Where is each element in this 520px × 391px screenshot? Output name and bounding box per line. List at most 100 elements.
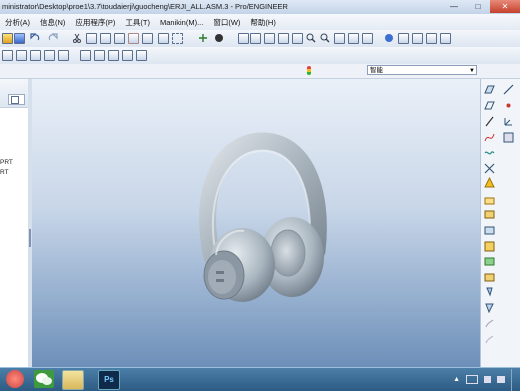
find-icon[interactable] <box>158 33 169 44</box>
datum-point-icon[interactable] <box>503 100 514 111</box>
trim-icon[interactable] <box>484 318 495 329</box>
regenerate-icon[interactable] <box>128 33 139 44</box>
photoshop-label: Ps <box>104 375 114 384</box>
datum-axis-icon[interactable] <box>503 84 514 95</box>
merge-icon[interactable] <box>484 302 495 313</box>
menu-window[interactable]: 窗口(W) <box>208 17 245 28</box>
shell-icon[interactable] <box>484 225 495 236</box>
undo-icon[interactable] <box>30 33 40 43</box>
keyboard-icon[interactable] <box>466 375 478 384</box>
file-explorer-icon[interactable] <box>62 370 84 390</box>
named-views-icon[interactable] <box>292 33 303 44</box>
saved-views-icon[interactable] <box>278 33 289 44</box>
pattern-icon[interactable] <box>484 272 495 283</box>
orient-icon[interactable] <box>198 33 208 43</box>
zoom-out-icon[interactable] <box>320 33 330 43</box>
menu-applications[interactable]: 应用程序(P) <box>70 17 120 28</box>
wireframe-icon[interactable] <box>398 33 409 44</box>
assemble-icon[interactable] <box>80 50 91 61</box>
repaint-icon[interactable] <box>348 33 359 44</box>
paste-icon[interactable] <box>100 33 111 44</box>
minimize-icon: — <box>450 2 458 11</box>
wechat-icon[interactable] <box>34 370 54 388</box>
model-tree-panel: PRT RT <box>0 79 29 367</box>
menu-tools[interactable]: 工具(T) <box>120 17 155 28</box>
selection-box-icon[interactable] <box>172 33 183 44</box>
coordinate-system-icon[interactable] <box>44 50 55 61</box>
zoom-in-icon[interactable] <box>306 33 316 43</box>
spin-center-icon[interactable] <box>238 33 249 44</box>
refit-icon[interactable] <box>334 33 345 44</box>
paste-special-icon[interactable] <box>114 33 125 44</box>
extrude-icon[interactable] <box>484 148 495 159</box>
graphics-viewport[interactable] <box>32 79 480 367</box>
menu-info[interactable]: 信息(N) <box>35 17 70 28</box>
collapse-handle-icon <box>29 229 31 247</box>
curve-icon[interactable] <box>484 132 495 143</box>
sketch-plane-icon[interactable] <box>484 100 495 111</box>
round-icon[interactable] <box>484 209 495 220</box>
close-icon: ✕ <box>501 2 509 11</box>
system-tray: ▲ <box>453 368 520 391</box>
maximize-button[interactable]: □ <box>466 0 490 13</box>
tree-settings-button[interactable] <box>8 94 25 105</box>
tree-item-prt[interactable]: PRT <box>0 159 13 166</box>
menu-analysis[interactable]: 分析(A) <box>0 17 35 28</box>
draft-icon[interactable] <box>484 256 495 267</box>
menu-manikin[interactable]: Manikin(M)... <box>155 18 208 27</box>
status-light-icon <box>307 66 311 75</box>
extend-icon[interactable] <box>484 334 495 345</box>
selection-filter-select[interactable]: 智能 ▼ <box>367 65 477 75</box>
coordinate-system-icon[interactable] <box>503 116 514 127</box>
feature-toolbar <box>480 79 520 367</box>
layers-icon[interactable] <box>362 33 373 44</box>
network-icon[interactable] <box>497 376 505 383</box>
datum-point-icon[interactable] <box>30 50 41 61</box>
datum-plane-icon[interactable] <box>2 50 13 61</box>
redo-icon[interactable] <box>48 33 58 43</box>
sketch-line-icon[interactable] <box>484 116 495 127</box>
sketch-view-icon[interactable] <box>250 33 261 44</box>
hidden-line-icon[interactable] <box>412 33 423 44</box>
explode-view-icon[interactable] <box>108 50 119 61</box>
open-file-icon[interactable] <box>2 33 13 44</box>
revolve-icon[interactable] <box>484 163 495 174</box>
analysis-icon[interactable] <box>503 132 514 143</box>
annotation-icon[interactable] <box>58 50 69 61</box>
datum-axis-icon[interactable] <box>16 50 27 61</box>
datum-plane-icon[interactable] <box>484 84 495 95</box>
minimize-button[interactable]: — <box>442 0 466 13</box>
pattern-icon[interactable] <box>122 50 133 61</box>
menu-bar: 分析(A) 信息(N) 应用程序(P) 工具(T) Manikin(M)... … <box>0 14 520 30</box>
close-button[interactable]: ✕ <box>490 0 520 13</box>
no-hidden-icon[interactable] <box>426 33 437 44</box>
save-icon[interactable] <box>14 33 25 44</box>
shaded-display-icon[interactable] <box>440 33 451 44</box>
display-style-icon[interactable] <box>214 33 224 43</box>
rib-icon[interactable] <box>484 241 495 252</box>
menu-help[interactable]: 帮助(H) <box>245 17 280 28</box>
title-bar: ministrator\Desktop\proe1\3.7\toudaierji… <box>0 0 520 15</box>
view-manager-icon[interactable] <box>264 33 275 44</box>
window-title: ministrator\Desktop\proe1\3.7\toudaierji… <box>2 2 288 11</box>
taskbar: Ps ▲ <box>0 367 520 391</box>
sweep-icon[interactable] <box>484 177 495 188</box>
shading-icon[interactable] <box>384 33 394 43</box>
start-button[interactable] <box>6 370 24 388</box>
copy-icon[interactable] <box>86 33 97 44</box>
mirror-icon[interactable] <box>484 286 495 297</box>
tray-arrow-icon[interactable]: ▲ <box>453 376 460 383</box>
show-desktop-button[interactable] <box>511 368 520 391</box>
model-tree-header <box>0 79 28 108</box>
tree-settings-icon <box>11 96 19 104</box>
tree-item-rt[interactable]: RT <box>0 169 9 176</box>
create-component-icon[interactable] <box>94 50 105 61</box>
photoshop-icon[interactable]: Ps <box>98 370 120 390</box>
headphones-model <box>199 132 327 302</box>
cut-icon[interactable] <box>72 33 82 43</box>
mechanism-icon[interactable] <box>136 50 147 61</box>
secondary-toolbar <box>0 47 520 65</box>
speaker-icon[interactable] <box>484 376 491 383</box>
select-icon[interactable] <box>142 33 153 44</box>
hole-icon[interactable] <box>484 195 495 206</box>
